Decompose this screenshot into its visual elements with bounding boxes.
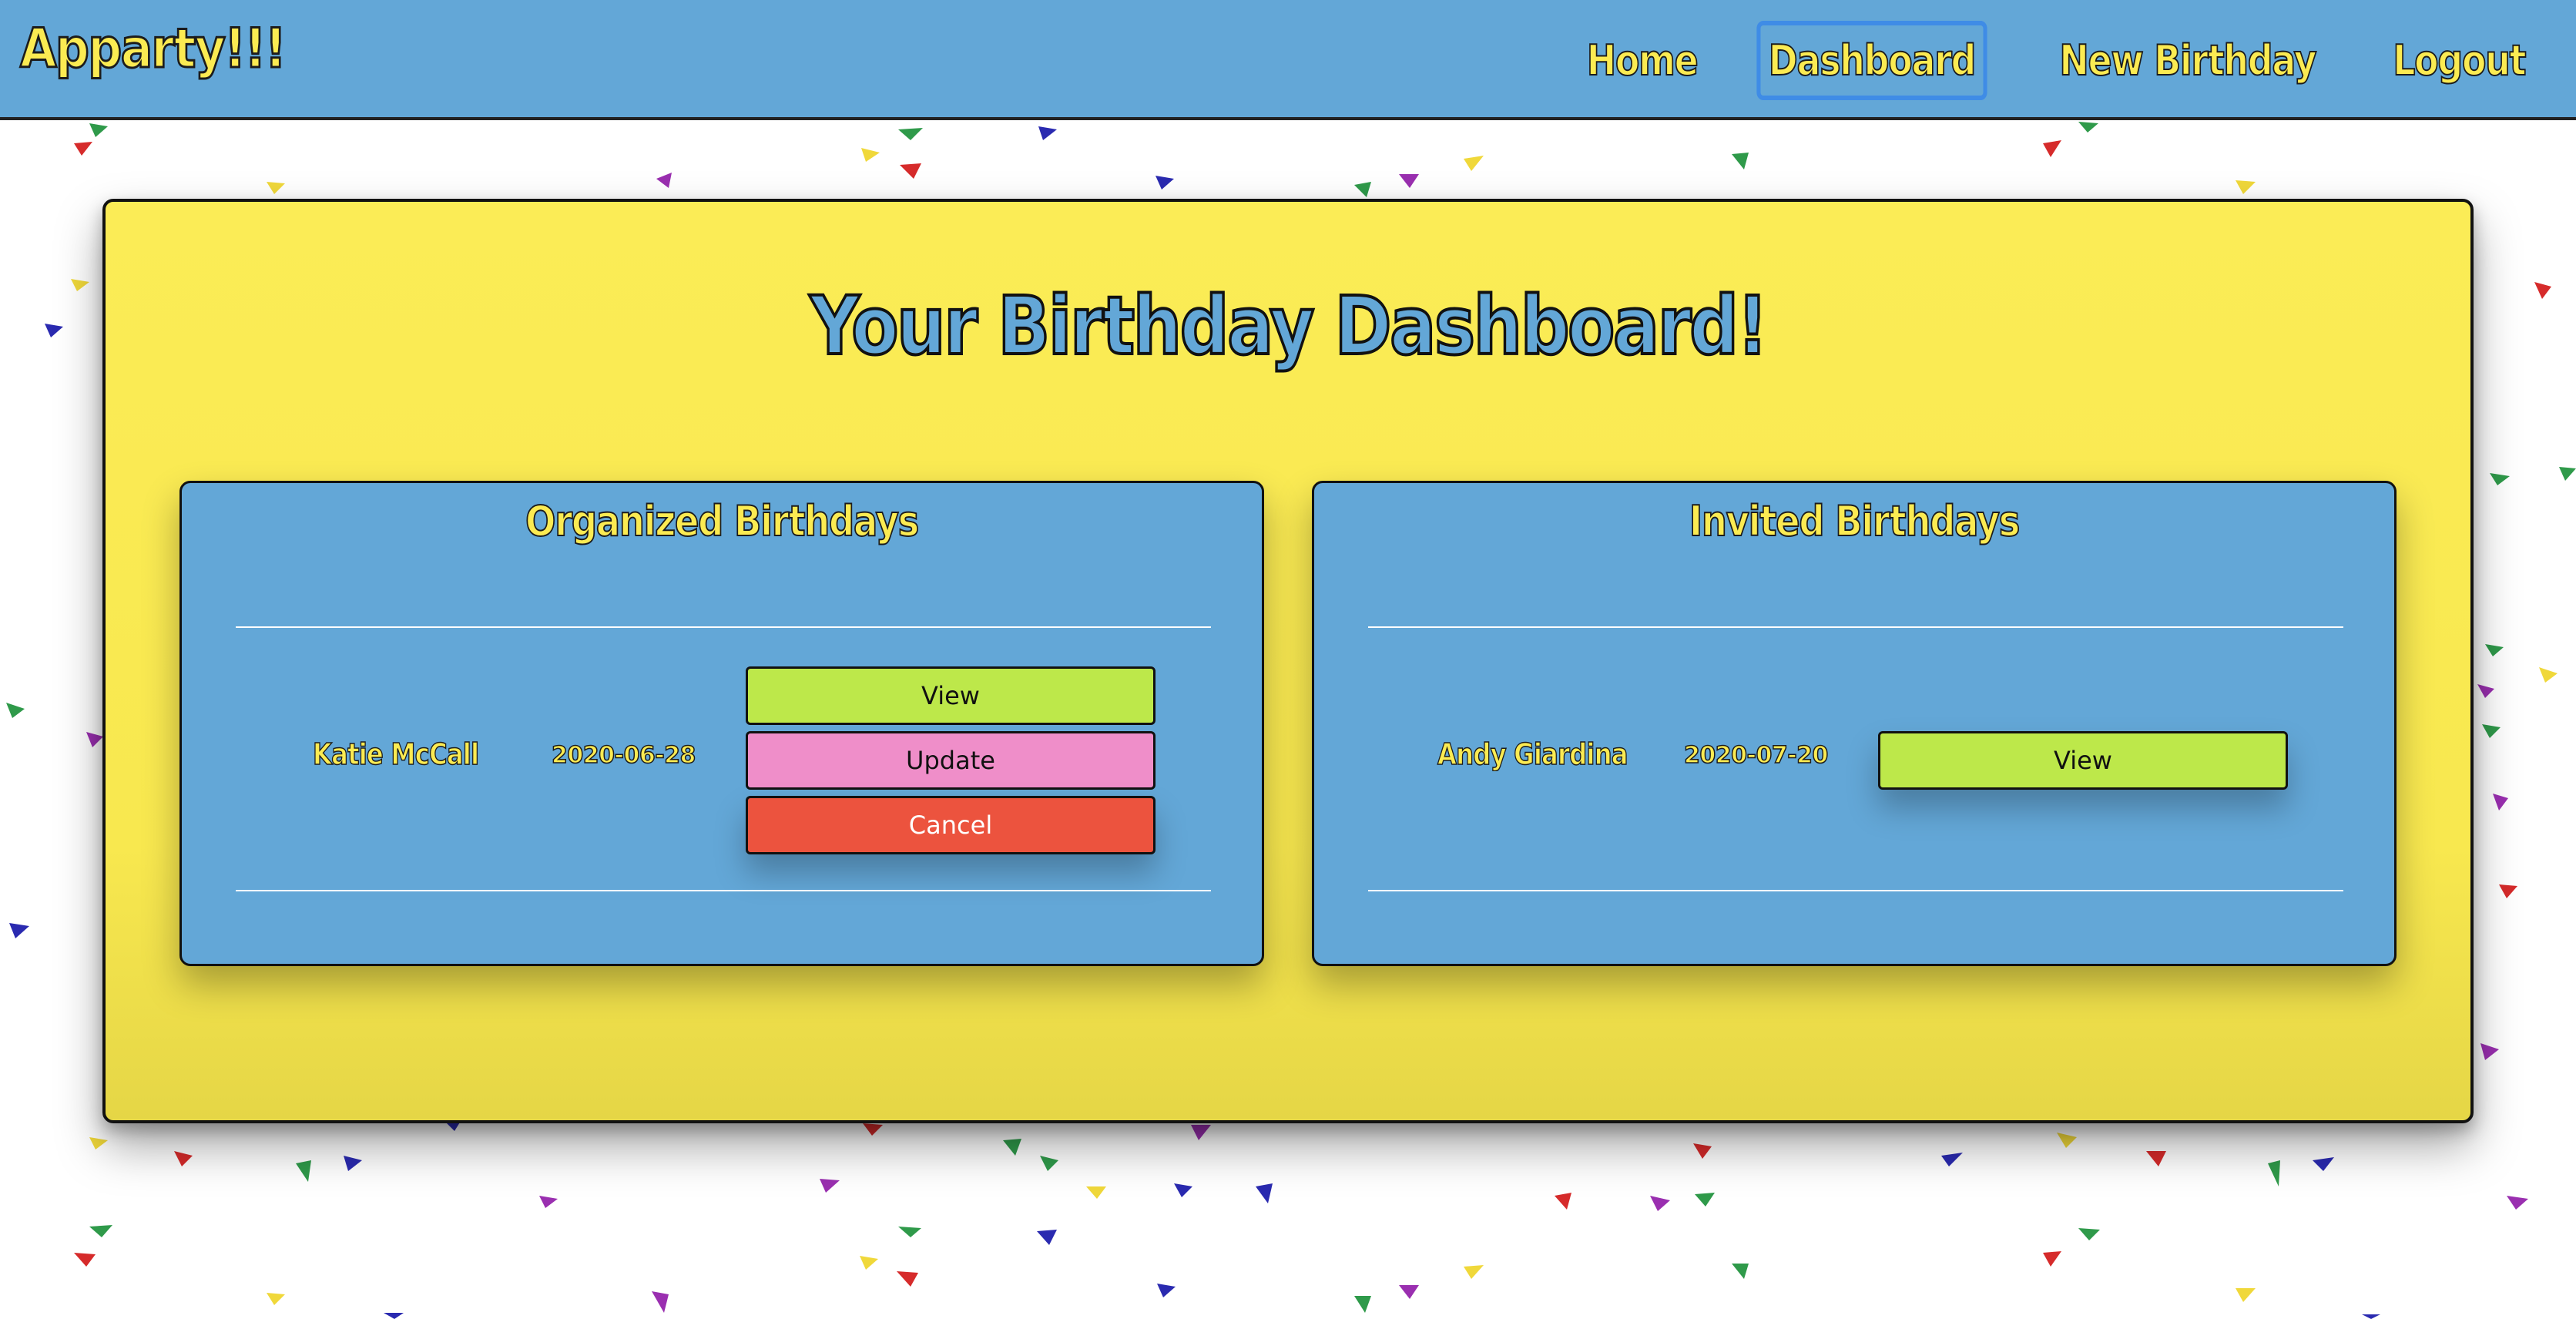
invited-birthdays-card: Invited Birthdays Andy Giardina 2020-07-…	[1312, 481, 2397, 966]
organized-birthday-name: Katie McCall	[312, 737, 479, 772]
nav-link-dashboard[interactable]: Dashboard	[1756, 20, 1987, 100]
nav-links: Home Dashboard New Birthday Logout	[1563, 8, 2551, 112]
invited-birthday-date: 2020-07-20	[1683, 741, 1829, 770]
divider	[1368, 626, 2343, 628]
organized-birthdays-title: Organized Birthdays	[525, 496, 920, 546]
invited-view-button[interactable]: View	[1878, 731, 2288, 790]
organized-birthday-date: 2020-06-28	[551, 741, 696, 770]
brand-logo[interactable]: Apparty!!!	[19, 16, 287, 82]
invited-birthdays-title: Invited Birthdays	[1689, 496, 2021, 546]
divider	[1368, 890, 2343, 891]
divider	[236, 626, 1211, 628]
invited-birthday-name: Andy Giardina	[1437, 737, 1628, 772]
organized-cancel-button[interactable]: Cancel	[746, 796, 1156, 854]
dashboard-panel: Your Birthday Dashboard! Organized Birth…	[102, 199, 2474, 1123]
divider	[236, 890, 1211, 891]
nav-link-new-birthday[interactable]: New Birthday	[2048, 25, 2328, 96]
organized-update-button[interactable]: Update	[746, 731, 1156, 790]
page-title: Your Birthday Dashboard!	[808, 277, 1769, 374]
organized-birthdays-card: Organized Birthdays Katie McCall 2020-06…	[179, 481, 1264, 966]
top-navbar: Apparty!!! Home Dashboard New Birthday L…	[0, 0, 2576, 120]
nav-link-home[interactable]: Home	[1575, 25, 1709, 96]
app-page: Apparty!!! Home Dashboard New Birthday L…	[0, 0, 2576, 1319]
nav-link-logout[interactable]: Logout	[2381, 25, 2537, 96]
organized-view-button[interactable]: View	[746, 666, 1156, 725]
